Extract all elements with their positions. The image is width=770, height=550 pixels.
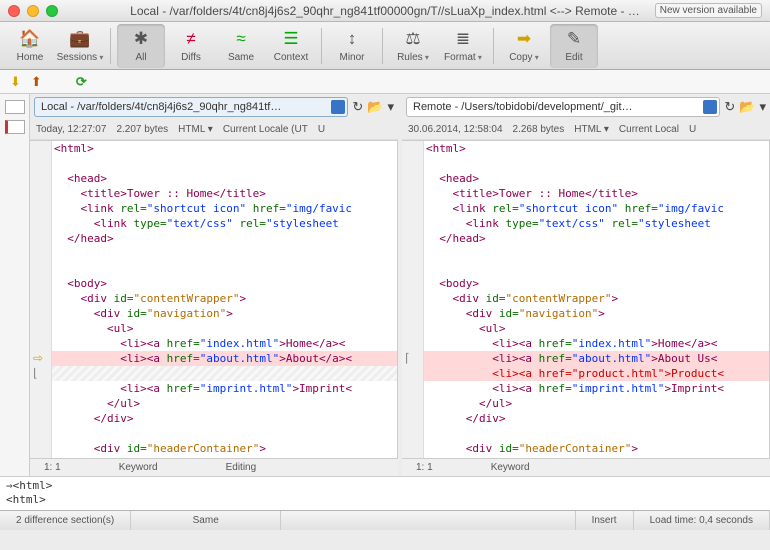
- all-button[interactable]: ✱All: [117, 24, 165, 68]
- window-title: Local - /var/folders/4t/cn8j4j6s2_90qhr_…: [130, 4, 640, 18]
- same-button[interactable]: ≈Same: [217, 24, 265, 68]
- menu-icon[interactable]: ▾: [759, 99, 766, 115]
- nav-row: ⬇ ⬆ ⟳: [0, 70, 770, 94]
- open-folder-icon[interactable]: 📂: [739, 99, 755, 115]
- close-icon[interactable]: [8, 5, 20, 17]
- right-keyword: Keyword: [477, 462, 544, 473]
- right-path-selector[interactable]: Remote - /Users/tobidobi/development/_gi…: [406, 97, 720, 117]
- status-same: Same: [131, 511, 281, 530]
- statusbar: 2 difference section(s) Same Insert Load…: [0, 510, 770, 530]
- left-pane: Local - /var/folders/4t/cn8j4j6s2_90qhr_…: [30, 94, 398, 476]
- refresh-icon[interactable]: ⟳: [76, 74, 87, 90]
- right-u: U: [689, 124, 696, 135]
- right-encoding[interactable]: Current Local: [619, 124, 679, 135]
- preview-line: <html>: [6, 493, 764, 507]
- edit-button[interactable]: ✎Edit: [550, 24, 598, 68]
- sidebar: [0, 94, 30, 476]
- diffs-button[interactable]: ≠Diffs: [167, 24, 215, 68]
- right-pane: Remote - /Users/tobidobi/development/_gi…: [402, 94, 770, 476]
- context-button[interactable]: ☰Context: [267, 24, 315, 68]
- left-keyword: Keyword: [105, 462, 172, 473]
- status-loadtime: Load time: 0,4 seconds: [634, 511, 770, 530]
- right-gutter: ⌈: [402, 141, 424, 458]
- toolbar: 🏠Home💼Sessions ✱All≠Diffs≈Same☰Context ↕Mi…: [0, 22, 770, 70]
- prev-diff-icon[interactable]: ⬆: [31, 74, 42, 90]
- thumbnail[interactable]: [5, 100, 25, 114]
- open-folder-icon[interactable]: 📂: [367, 99, 383, 115]
- left-type[interactable]: HTML ▾: [178, 124, 213, 135]
- sessions-button[interactable]: 💼Sessions: [56, 24, 104, 68]
- right-pos: 1: 1: [402, 462, 447, 473]
- left-u: U: [318, 124, 325, 135]
- update-badge[interactable]: New version available: [655, 3, 762, 18]
- left-gutter: ⇨ ⌊: [30, 141, 52, 458]
- right-editor[interactable]: <html> <head> <title>Tower :: Home</titl…: [424, 141, 770, 458]
- left-path-selector[interactable]: Local - /var/folders/4t/cn8j4j6s2_90qhr_…: [34, 97, 348, 117]
- reload-icon[interactable]: ↻: [352, 99, 363, 115]
- minimize-icon[interactable]: [27, 5, 39, 17]
- window-controls: [8, 5, 58, 17]
- status-diffs: 2 difference section(s): [0, 511, 131, 530]
- main: Local - /var/folders/4t/cn8j4j6s2_90qhr_…: [0, 94, 770, 476]
- left-timestamp: Today, 12:27:07: [36, 124, 106, 135]
- minor-button[interactable]: ↕Minor: [328, 24, 376, 68]
- menu-icon[interactable]: ▾: [387, 99, 394, 115]
- bottom-preview: ⇒<html> <html>: [0, 476, 770, 510]
- left-size: 2.207 bytes: [116, 124, 168, 135]
- titlebar: Local - /var/folders/4t/cn8j4j6s2_90qhr_…: [0, 0, 770, 22]
- home-button[interactable]: 🏠Home: [6, 24, 54, 68]
- left-encoding[interactable]: Current Locale (UT: [223, 124, 308, 135]
- maximize-icon[interactable]: [46, 5, 58, 17]
- right-timestamp: 30.06.2014, 12:58:04: [408, 124, 503, 135]
- rules-button[interactable]: ⚖Rules: [389, 24, 437, 68]
- left-pos: 1: 1: [30, 462, 75, 473]
- left-editor[interactable]: <html> <head> <title>Tower :: Home</titl…: [52, 141, 398, 458]
- left-mode: Editing: [212, 462, 271, 473]
- right-size: 2.268 bytes: [513, 124, 565, 135]
- format-button[interactable]: ≣Format: [439, 24, 487, 68]
- status-insert: Insert: [576, 511, 634, 530]
- right-type[interactable]: HTML ▾: [574, 124, 609, 135]
- reload-icon[interactable]: ↻: [724, 99, 735, 115]
- preview-line: ⇒<html>: [6, 479, 764, 493]
- thumbnail-diff[interactable]: [5, 120, 25, 134]
- copy-button[interactable]: ➡Copy: [500, 24, 548, 68]
- next-diff-icon[interactable]: ⬇: [10, 74, 21, 90]
